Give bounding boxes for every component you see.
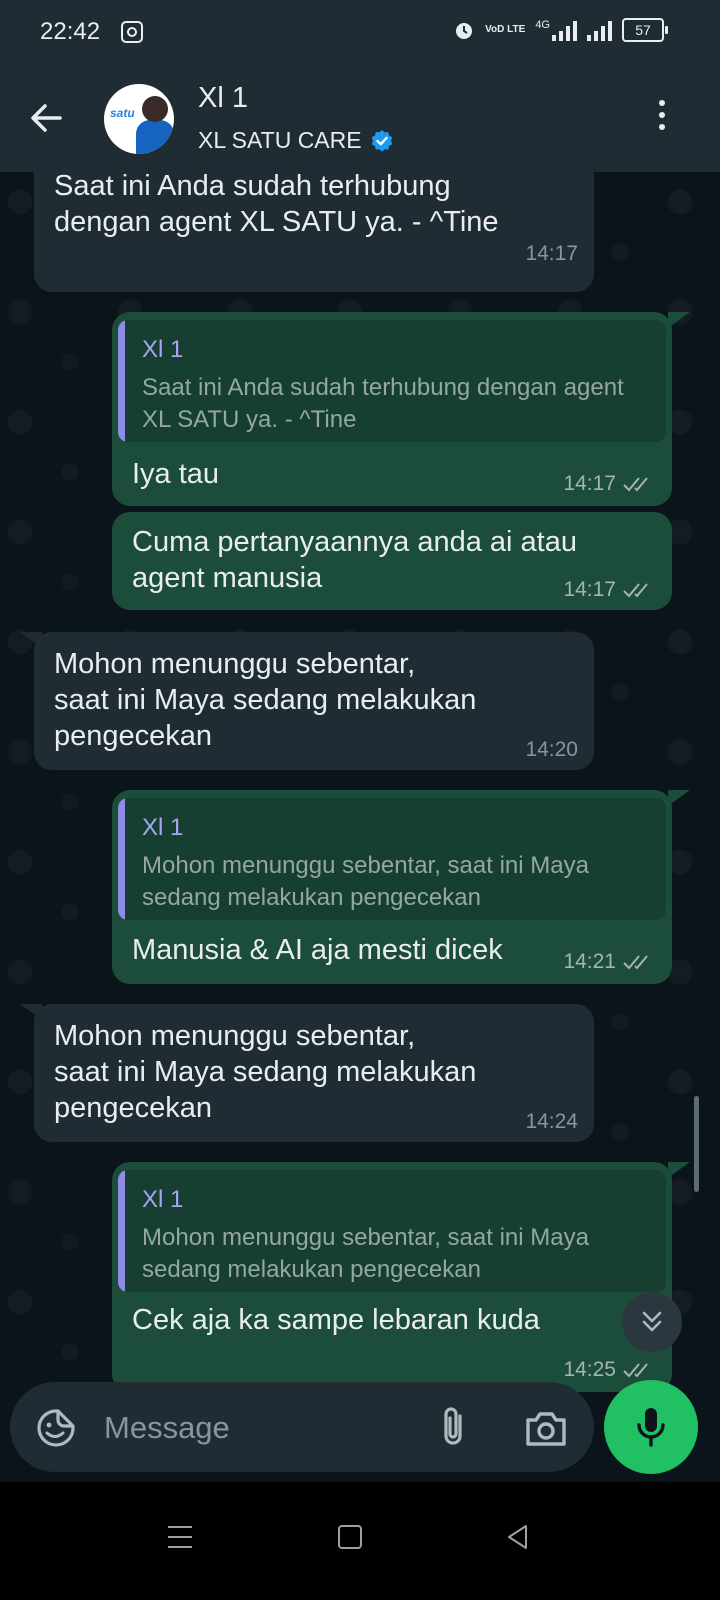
message-text: Saat ini Anda sudah terhubung dengan age… [54,172,499,238]
network-type-label: VoD LTE [485,24,526,35]
quoted-sender: Xl 1 [142,814,184,841]
message-text: Cuma pertanyaannya anda ai atau agent ma… [132,526,577,594]
message-text: Mohon menunggu sebentar, saat ini Maya s… [54,1020,477,1124]
quoted-sender: Xl 1 [142,1186,184,1213]
battery-icon: 57 [622,18,668,42]
home-icon[interactable] [338,1525,362,1549]
message-bubble-incoming[interactable]: Mohon menunggu sebentar, saat ini Maya s… [34,632,594,770]
message-time: 14:17 [525,242,578,265]
quoted-text: Mohon menunggu sebentar, saat ini Maya s… [142,1224,589,1283]
avatar-person-body [136,120,174,154]
status-bar: 22:42 VoD LTE 4G 57 [0,0,720,64]
message-time: 14:17 [563,578,656,602]
message-bubble-outgoing[interactable]: Xl 1 Mohon menunggu sebentar, saat ini M… [112,790,672,984]
signal-4g-label: 4G [535,19,550,31]
status-indicators: VoD LTE 4G 57 [453,18,668,42]
paperclip-icon[interactable] [438,1404,468,1450]
message-time: 14:17 [563,472,656,496]
scroll-to-bottom-button[interactable] [622,1292,682,1352]
message-bubble-outgoing[interactable]: Xl 1 Saat ini Anda sudah terhubung denga… [112,312,672,506]
message-bubble-incoming[interactable]: Saat ini Anda sudah terhubung dengan age… [34,172,594,292]
message-text: Cek aja ka sampe lebaran kuda [132,1304,540,1336]
sticker-icon[interactable] [36,1408,76,1448]
arrow-left-icon[interactable] [28,100,64,136]
recent-apps-icon[interactable] [168,1526,192,1556]
instagram-notification-icon [121,21,143,43]
camera-icon[interactable] [524,1408,568,1448]
quoted-text: Mohon menunggu sebentar, saat ini Maya s… [142,852,589,911]
message-text: Mohon menunggu sebentar, saat ini Maya s… [54,648,477,752]
message-bubble-incoming[interactable]: Mohon menunggu sebentar, saat ini Maya s… [34,1004,594,1142]
message-time: 14:24 [525,1110,578,1133]
more-vertical-icon[interactable] [655,100,669,136]
double-chevron-down-icon [642,1311,662,1332]
double-check-icon [623,477,648,492]
verified-badge-icon [371,129,392,152]
signal-strength-1-icon: 4G [535,19,577,41]
mic-icon [637,1408,665,1447]
quoted-message[interactable]: Xl 1 Mohon menunggu sebentar, saat ini M… [118,1170,666,1292]
quote-accent-bar [118,798,125,920]
quoted-message[interactable]: Xl 1 Saat ini Anda sudah terhubung denga… [118,320,666,442]
scrollbar-thumb[interactable] [694,1096,699,1192]
nav-back-icon[interactable] [506,1524,530,1550]
quoted-message[interactable]: Xl 1 Mohon menunggu sebentar, saat ini M… [118,798,666,920]
quote-accent-bar [118,320,125,442]
quote-accent-bar [118,1170,125,1292]
quoted-text: Saat ini Anda sudah terhubung dengan age… [142,374,624,433]
message-text: Iya tau [132,458,220,490]
chat-header: satu Xl 1 XL SATU CARE [0,64,720,172]
avatar-person-head [142,96,168,122]
contact-subtitle: XL SATU CARE [198,127,362,153]
double-check-icon [623,1363,648,1378]
alarm-icon [456,23,473,39]
message-text: Manusia & AI aja mesti dicek [132,934,503,966]
message-time: 14:20 [525,738,578,761]
message-bubble-outgoing[interactable]: Xl 1 Mohon menunggu sebentar, saat ini M… [112,1162,672,1392]
message-input[interactable] [102,1404,406,1452]
status-time: 22:42 [40,18,101,45]
message-bubble-outgoing[interactable]: Cuma pertanyaannya anda ai atau agent ma… [112,512,672,610]
double-check-icon [623,955,648,970]
avatar-logo-text: satu [110,106,135,120]
message-time: 14:25 [563,1358,656,1382]
contact-subtitle-row[interactable]: XL SATU CARE [198,127,394,154]
signal-strength-2-icon [587,19,612,41]
message-time: 14:21 [563,950,656,974]
contact-name[interactable]: Xl 1 [198,82,248,115]
message-composer [10,1382,594,1472]
quoted-sender: Xl 1 [142,336,184,363]
double-check-icon [623,583,648,598]
message-list[interactable]: Saat ini Anda sudah terhubung dengan age… [0,172,720,1400]
voice-message-button[interactable] [604,1380,698,1474]
contact-avatar[interactable]: satu [104,84,174,154]
system-navigation-bar [0,1482,720,1600]
